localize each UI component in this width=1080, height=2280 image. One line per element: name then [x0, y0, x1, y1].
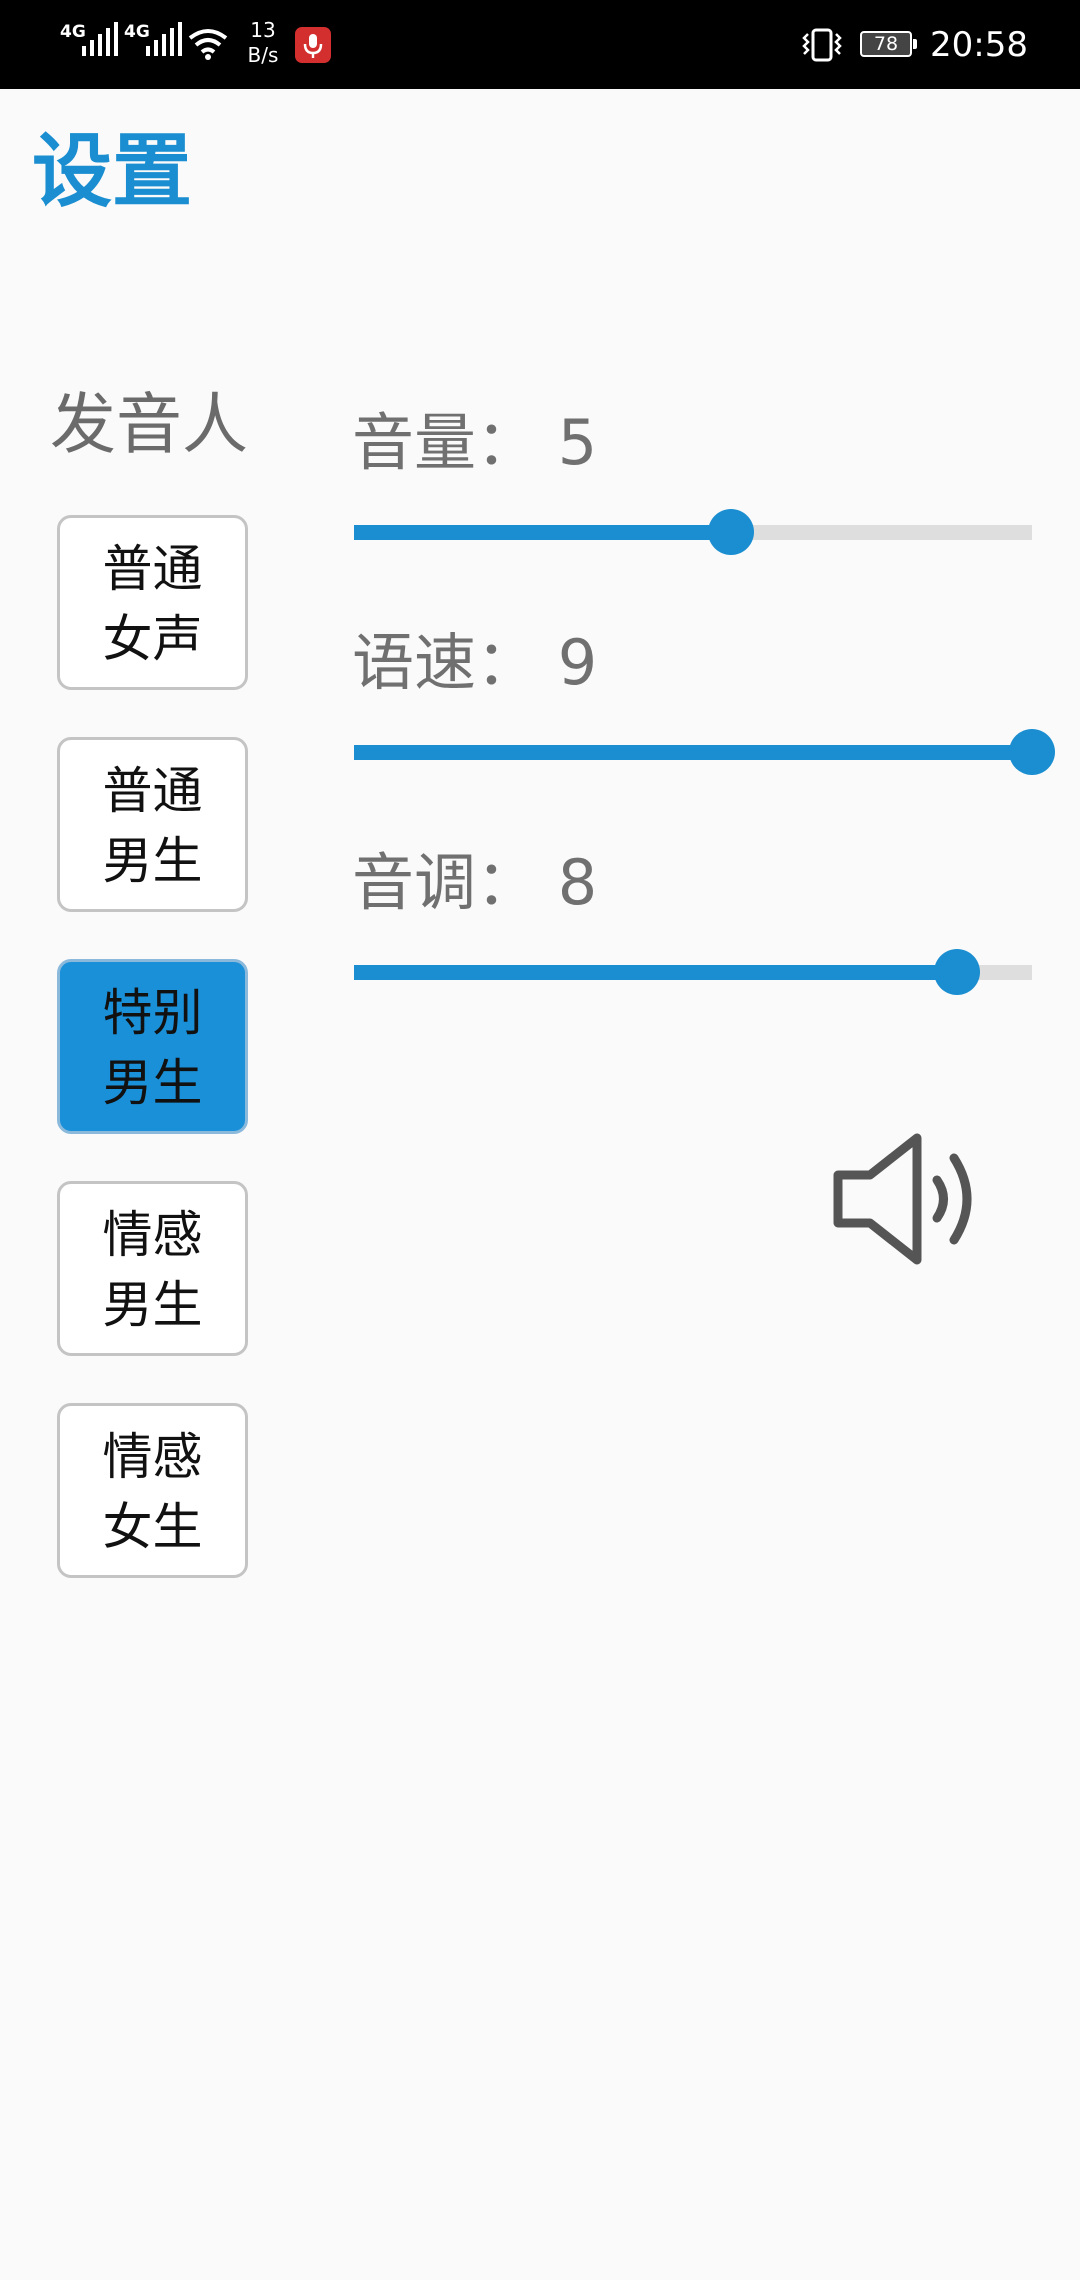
clock: 20:58	[930, 25, 1028, 65]
volume-slider[interactable]	[354, 503, 1032, 559]
status-bar: 4G 4G 13 B/s 78 20:58	[0, 0, 1080, 89]
voice-button-standard-male[interactable]: 普通 男生	[57, 737, 248, 912]
microphone-icon	[295, 27, 331, 63]
speed-slider-fill	[354, 745, 1032, 760]
speed-slider-thumb[interactable]	[1009, 729, 1055, 775]
volume-slider-fill	[354, 525, 731, 540]
speaker-volume-icon[interactable]	[832, 1130, 982, 1270]
pitch-slider[interactable]	[354, 943, 1032, 999]
voice-button-emotional-male[interactable]: 情感 男生	[57, 1181, 248, 1356]
pitch-slider-thumb[interactable]	[933, 949, 980, 995]
speed-slider[interactable]	[354, 723, 1055, 779]
network-speed-unit: B/s	[247, 43, 279, 67]
pitch-slider-fill	[354, 965, 957, 980]
pitch-label: 音调： 8	[352, 846, 598, 919]
vibrate-icon	[802, 28, 842, 62]
network-speed-value: 13	[250, 18, 276, 42]
network-speed: 13 B/s	[243, 18, 283, 68]
voice-button-standard-female[interactable]: 普通 女声	[57, 515, 248, 690]
voice-button-special-male[interactable]: 特别 男生	[57, 959, 248, 1134]
page-title: 设置	[32, 125, 192, 218]
voice-section-label: 发音人	[50, 386, 248, 463]
voice-button-emotional-female[interactable]: 情感 女生	[57, 1403, 248, 1578]
wifi-icon	[188, 29, 228, 60]
battery-indicator: 78	[860, 31, 917, 57]
speed-label: 语速： 9	[352, 626, 598, 699]
volume-slider-thumb[interactable]	[707, 509, 754, 555]
volume-label: 音量： 5	[352, 406, 598, 479]
